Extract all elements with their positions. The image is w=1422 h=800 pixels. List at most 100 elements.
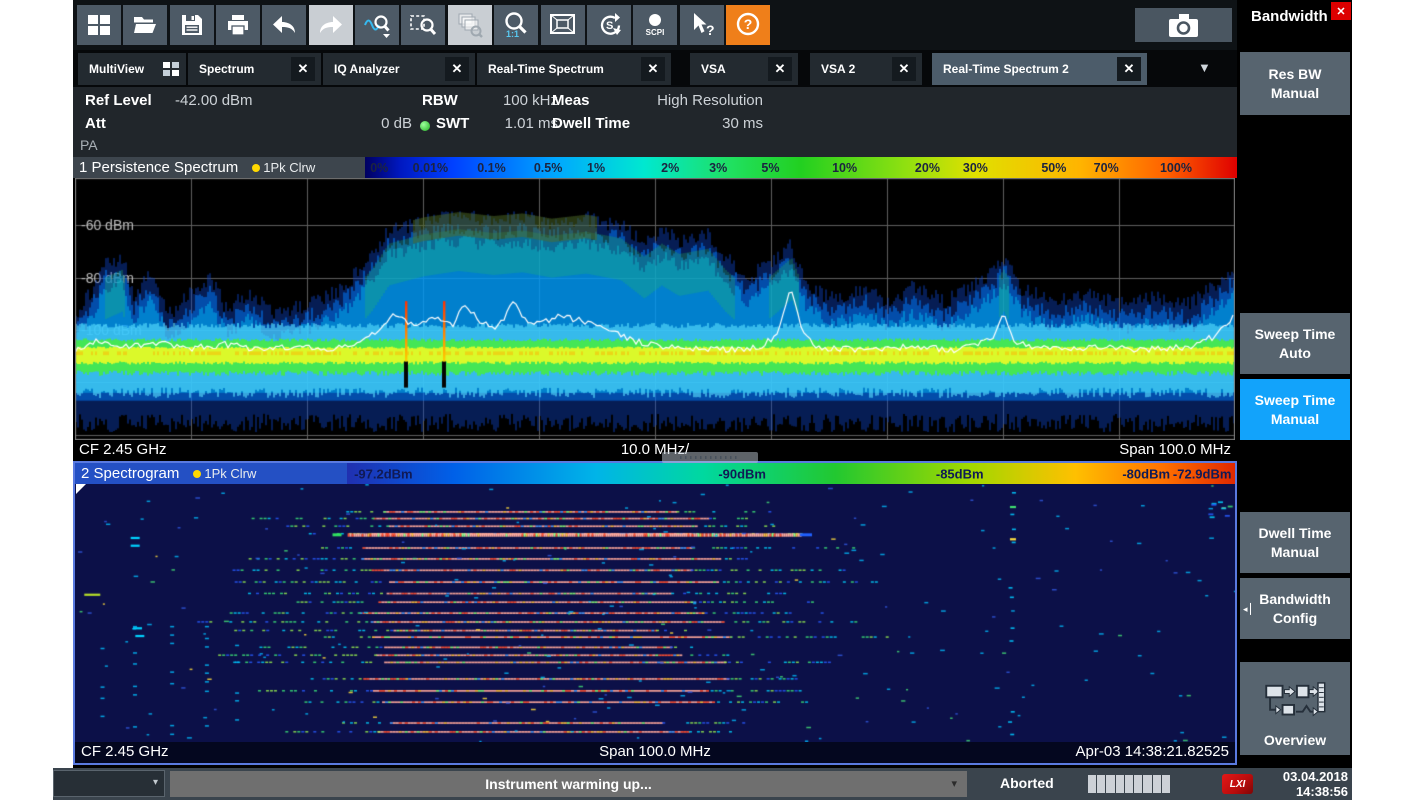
trace-dot-icon xyxy=(252,164,260,172)
panes-icon xyxy=(86,12,112,38)
context-help-button[interactable]: ? xyxy=(680,5,724,45)
scale-tick-label: -90dBm xyxy=(718,466,766,481)
att-label[interactable]: Att xyxy=(85,115,106,132)
trace-legend: 1Pk Clrw xyxy=(193,466,256,481)
softkey-dwell-time-manual[interactable]: Dwell Time Manual xyxy=(1240,512,1350,573)
camera-icon xyxy=(1166,10,1202,40)
print-button[interactable] xyxy=(216,5,260,45)
persistence-title-bar: 1 Persistence Spectrum 1Pk Clrw 0% 0.01% 0… xyxy=(73,157,1237,178)
trace-label: 1Pk Clrw xyxy=(263,160,315,175)
spectrogram-area[interactable] xyxy=(75,484,1235,742)
softkey-bandwidth-config[interactable]: ◂ Bandwidth Config xyxy=(1240,578,1350,639)
persistence-canvas[interactable] xyxy=(75,178,1235,440)
ref-level-value[interactable]: -42.00 dBm xyxy=(175,92,253,109)
message-dropdown-icon[interactable]: ▾ xyxy=(951,777,957,790)
save-icon xyxy=(179,12,205,38)
scpi-record-icon: SCPI xyxy=(641,11,669,39)
close-tab-icon[interactable]: ✕ xyxy=(641,57,665,81)
spectrogram-footer: CF 2.45 GHz Span 100.0 MHz Apr-03 14:38:… xyxy=(75,742,1235,763)
tab-label: VSA xyxy=(701,62,726,76)
tab-vsa[interactable]: VSA ✕ xyxy=(690,53,798,85)
zoom-selection-button[interactable] xyxy=(401,5,445,45)
tab-multiview[interactable]: MultiView xyxy=(78,53,186,85)
display-frame-button[interactable] xyxy=(541,5,585,45)
spectrogram-title-left[interactable]: 2 Spectrogram 1Pk Clrw xyxy=(75,463,347,484)
tab-vsa-2[interactable]: VSA 2 ✕ xyxy=(810,53,922,85)
help-button[interactable]: ? xyxy=(726,5,770,45)
persistence-spectrum-panel: 1 Persistence Spectrum 1Pk Clrw 0% 0.01% 0… xyxy=(73,157,1237,460)
center-frequency: CF 2.45 GHz xyxy=(81,743,169,760)
time-value: 14:38:56 xyxy=(1283,784,1348,799)
persistence-color-scale: 0%0.01%0.1%0.5%1%2%3%5%10%20%30%50%70%10… xyxy=(365,157,1237,178)
close-tab-icon[interactable]: ✕ xyxy=(1117,57,1141,81)
softkey-sidebar: Bandwidth ✕ Res BW Manual Sweep Time Aut… xyxy=(1237,0,1352,768)
multiview-grid-icon xyxy=(163,62,180,77)
rbw-value[interactable]: 100 kHz xyxy=(473,92,558,109)
close-menu-button[interactable]: ✕ xyxy=(1331,2,1351,20)
open-file-button[interactable] xyxy=(123,5,167,45)
system-message-bar[interactable]: Instrument warming up... ▾ xyxy=(170,771,967,797)
persistence-plot-area[interactable] xyxy=(73,178,1237,440)
scpi-recorder-button[interactable]: SCPI xyxy=(633,5,677,45)
spectrogram-panel: 2 Spectrogram 1Pk Clrw -97.2dBm-90dBm-85… xyxy=(73,461,1237,765)
tab-list-dropdown[interactable]: ▼ xyxy=(1198,60,1211,75)
swt-value[interactable]: 1.01 ms xyxy=(473,115,558,132)
tab-label: IQ Analyzer xyxy=(334,62,400,76)
dwell-time-value[interactable]: 30 ms xyxy=(588,115,763,132)
ref-level-label[interactable]: Ref Level xyxy=(85,92,152,109)
undo-button[interactable] xyxy=(262,5,306,45)
save-button[interactable] xyxy=(170,5,214,45)
progress-segment xyxy=(1125,775,1133,793)
open-folder-icon xyxy=(132,12,158,38)
tab-iq-analyzer[interactable]: IQ Analyzer ✕ xyxy=(323,53,475,85)
scale-tick-label: 100% xyxy=(1160,161,1192,175)
toolbar: 1:1 S SCPI ? ? xyxy=(73,0,1352,50)
progress-segment xyxy=(1097,775,1105,793)
tab-label: VSA 2 xyxy=(821,62,855,76)
meas-label[interactable]: Meas xyxy=(552,92,590,109)
scale-tick-label: 0.01% xyxy=(413,161,448,175)
close-tab-icon[interactable]: ✕ xyxy=(291,57,315,81)
svg-text:1:1: 1:1 xyxy=(506,29,519,39)
sequencer-dropdown[interactable]: ▾ xyxy=(53,770,165,797)
tab-real-time-spectrum-2[interactable]: Real-Time Spectrum 2 ✕ xyxy=(932,53,1147,85)
screenshot-button[interactable] xyxy=(1135,8,1232,42)
rbw-label[interactable]: RBW xyxy=(422,92,458,109)
scale-tick-label: 0.1% xyxy=(477,161,506,175)
scale-tick-label: 0% xyxy=(370,161,388,175)
meas-value[interactable]: High Resolution xyxy=(588,92,763,109)
zoom-one-to-one-button[interactable]: 1:1 xyxy=(494,5,538,45)
close-tab-icon[interactable]: ✕ xyxy=(892,57,916,81)
persistence-title-left[interactable]: 1 Persistence Spectrum 1Pk Clrw xyxy=(73,157,365,178)
softkey-sweep-time-auto[interactable]: Sweep Time Auto xyxy=(1240,313,1350,374)
persistence-footer: CF 2.45 GHz 10.0 MHz/ Span 100.0 MHz xyxy=(73,440,1237,460)
date-value: 03.04.2018 xyxy=(1283,769,1348,784)
close-tab-icon[interactable]: ✕ xyxy=(768,57,792,81)
spectrogram-color-scale: -97.2dBm-90dBm-85dBm-80dBm-72.9dBm xyxy=(347,463,1235,484)
trace-dot-icon xyxy=(193,470,201,478)
zoom-waveform-button[interactable] xyxy=(355,5,399,45)
tab-real-time-spectrum[interactable]: Real-Time Spectrum ✕ xyxy=(477,53,671,85)
sync-sequencer-button[interactable]: S xyxy=(587,5,631,45)
one-to-one-zoom-icon: 1:1 xyxy=(502,11,530,39)
submenu-arrow-icon: ◂ xyxy=(1243,602,1251,614)
zoom-selection-icon xyxy=(409,11,437,39)
scale-tick-label: 20% xyxy=(915,161,940,175)
att-value[interactable]: 0 dB xyxy=(323,115,412,132)
windows-panes-button[interactable] xyxy=(77,5,121,45)
panel-splitter[interactable] xyxy=(662,452,758,463)
svg-text:?: ? xyxy=(744,16,753,32)
close-tab-icon[interactable]: ✕ xyxy=(445,57,469,81)
softkey-overview[interactable]: Overview xyxy=(1240,662,1350,755)
spectrogram-canvas[interactable] xyxy=(75,484,1235,742)
swt-label[interactable]: SWT xyxy=(436,115,469,132)
trace-legend: 1Pk Clrw xyxy=(252,160,315,175)
redo-button[interactable] xyxy=(309,5,353,45)
tab-spectrum[interactable]: Spectrum ✕ xyxy=(188,53,321,85)
multiple-zoom-button[interactable] xyxy=(448,5,492,45)
softkey-sweep-time-manual[interactable]: Sweep Time Manual xyxy=(1240,379,1350,440)
status-led xyxy=(420,121,430,131)
softkey-res-bw-manual[interactable]: Res BW Manual xyxy=(1240,52,1350,115)
system-message: Instrument warming up... xyxy=(485,776,651,792)
screen: 1:1 S SCPI ? ? MultiView xyxy=(0,0,1422,800)
